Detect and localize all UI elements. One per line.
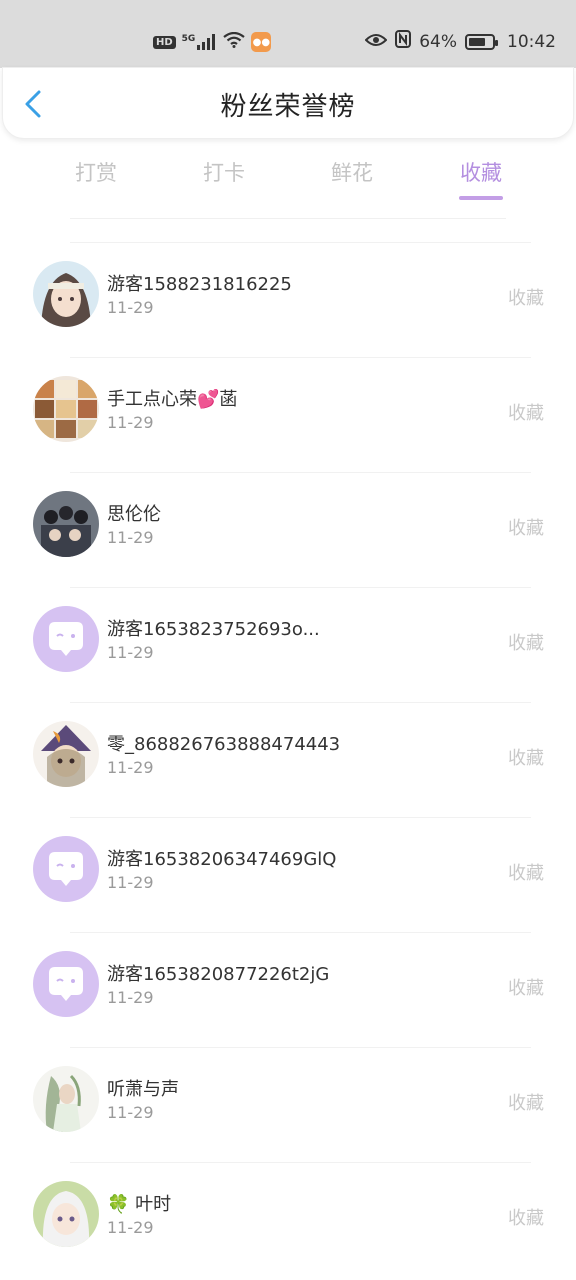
status-bar: HD 5G ●● 64% 10:42 bbox=[0, 0, 576, 68]
fan-date: 11-29 bbox=[107, 413, 154, 432]
fan-date: 11-29 bbox=[107, 988, 154, 1007]
active-tab-indicator bbox=[459, 196, 503, 200]
status-left-icons: HD 5G ●● bbox=[153, 31, 272, 52]
fan-action-label: 收藏 bbox=[508, 633, 544, 654]
divider bbox=[70, 817, 531, 818]
fan-name: 🍀 叶时 bbox=[107, 1194, 172, 1215]
fan-name: 游客1653823752693o... bbox=[107, 619, 320, 640]
fan-date: 11-29 bbox=[107, 528, 154, 547]
clock: 10:42 bbox=[507, 31, 556, 52]
divider bbox=[70, 702, 531, 703]
fan-name: 游客1588231816225 bbox=[107, 274, 292, 295]
status-right-icons: 64% 10:42 bbox=[364, 30, 556, 53]
avatar[interactable] bbox=[33, 491, 99, 557]
default-avatar[interactable] bbox=[33, 951, 99, 1017]
fan-action-label: 收藏 bbox=[508, 748, 544, 769]
fan-date: 11-29 bbox=[107, 1103, 154, 1122]
fan-name: 零_868826763888474443 bbox=[107, 734, 341, 755]
list-item[interactable]: 游客1588231816225 11-29 收藏 bbox=[0, 242, 576, 357]
list-item[interactable]: 听萧与声 11-29 收藏 bbox=[0, 1047, 576, 1162]
fan-date: 11-29 bbox=[107, 643, 154, 662]
list-item[interactable]: 游客16538206347469GlQ 11-29 收藏 bbox=[0, 817, 576, 932]
fan-action-label: 收藏 bbox=[508, 403, 544, 424]
battery-icon bbox=[465, 33, 498, 50]
fan-action-label: 收藏 bbox=[508, 978, 544, 999]
chat-notification-icon: ●● bbox=[251, 32, 272, 52]
list-item[interactable]: 🍀 叶时 11-29 收藏 bbox=[0, 1162, 576, 1277]
chat-bubble-icon bbox=[33, 836, 99, 902]
tab-checkin[interactable]: 打卡 bbox=[184, 157, 264, 187]
fan-name: 思伦伦 bbox=[107, 504, 161, 525]
fan-name: 手工点心荣💕菡 bbox=[107, 389, 238, 410]
fan-name: 游客1653820877226t2jG bbox=[107, 964, 330, 985]
tab-favorites[interactable]: 收藏 bbox=[441, 157, 521, 187]
avatar[interactable] bbox=[33, 1066, 99, 1132]
fan-list: 游客1588231816225 11-29 收藏 手工点心荣💕菡 11-29 收… bbox=[0, 242, 576, 1277]
fan-action-label: 收藏 bbox=[508, 863, 544, 884]
signal-icon: 5G bbox=[182, 34, 218, 50]
page-title: 粉丝荣誉榜 bbox=[220, 92, 356, 122]
nav-bar: 粉丝荣誉榜 bbox=[2, 67, 574, 139]
default-avatar[interactable] bbox=[33, 836, 99, 902]
divider bbox=[70, 1047, 531, 1048]
avatar[interactable] bbox=[33, 721, 99, 787]
nfc-icon bbox=[395, 30, 412, 53]
avatar[interactable] bbox=[33, 261, 99, 327]
divider bbox=[70, 1162, 531, 1163]
chat-bubble-icon bbox=[33, 606, 99, 672]
divider bbox=[70, 357, 531, 358]
avatar[interactable] bbox=[33, 1181, 99, 1247]
fan-action-label: 收藏 bbox=[508, 1208, 544, 1229]
default-avatar[interactable] bbox=[33, 606, 99, 672]
fan-date: 11-29 bbox=[107, 1218, 154, 1237]
hd-badge: HD bbox=[153, 35, 176, 49]
fan-name: 听萧与声 bbox=[107, 1079, 179, 1100]
divider bbox=[70, 587, 531, 588]
avatar[interactable] bbox=[33, 376, 99, 442]
wifi-icon bbox=[223, 31, 246, 52]
fan-action-label: 收藏 bbox=[508, 518, 544, 539]
list-item[interactable]: 零_868826763888474443 11-29 收藏 bbox=[0, 702, 576, 817]
tabs-divider bbox=[70, 218, 506, 219]
divider bbox=[70, 242, 531, 243]
tab-reward[interactable]: 打赏 bbox=[56, 157, 136, 187]
fan-date: 11-29 bbox=[107, 873, 154, 892]
list-item[interactable]: 思伦伦 11-29 收藏 bbox=[0, 472, 576, 587]
fan-action-label: 收藏 bbox=[508, 288, 544, 309]
divider bbox=[70, 472, 531, 473]
fan-name: 游客16538206347469GlQ bbox=[107, 849, 337, 870]
tab-bar: 打赏 打卡 鲜花 收藏 bbox=[0, 155, 576, 207]
list-item[interactable]: 手工点心荣💕菡 11-29 收藏 bbox=[0, 357, 576, 472]
fan-date: 11-29 bbox=[107, 758, 154, 777]
fan-date: 11-29 bbox=[107, 298, 154, 317]
network-type: 5G bbox=[181, 34, 196, 44]
tab-flowers[interactable]: 鲜花 bbox=[312, 157, 392, 187]
fan-action-label: 收藏 bbox=[508, 1093, 544, 1114]
divider bbox=[70, 932, 531, 933]
eye-icon bbox=[364, 32, 388, 52]
list-item[interactable]: 游客1653820877226t2jG 11-29 收藏 bbox=[0, 932, 576, 1047]
list-item[interactable]: 游客1653823752693o... 11-29 收藏 bbox=[0, 587, 576, 702]
chat-bubble-icon bbox=[33, 951, 99, 1017]
battery-percent: 64% bbox=[419, 31, 457, 52]
